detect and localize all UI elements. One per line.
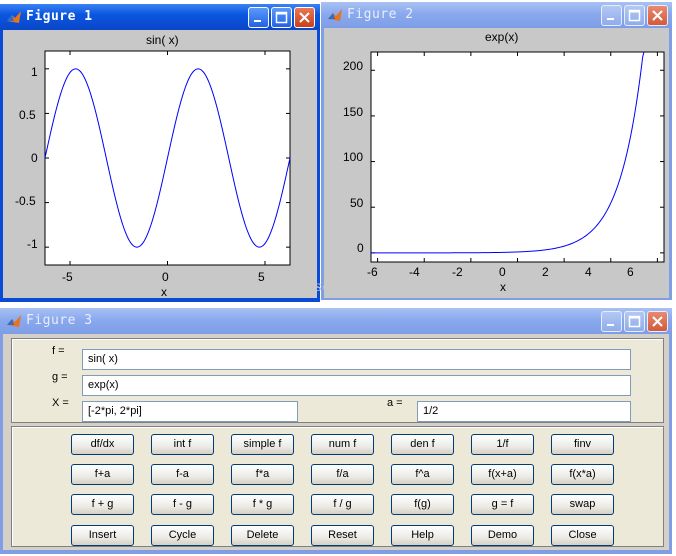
x-tick: 4 [585, 265, 592, 279]
minimize-button[interactable] [601, 311, 622, 332]
y-tick: 0 [357, 241, 364, 255]
figure-2-canvas: exp(x) 200 150 100 50 0 -6 -4 -2 0 2 4 6… [324, 28, 669, 298]
f-scale-a-button[interactable]: f(x*a) [551, 464, 614, 485]
g-input[interactable]: exp(x) [82, 375, 631, 396]
numerator-button[interactable]: num f [311, 434, 374, 455]
help-button[interactable]: Help [391, 525, 454, 546]
g-label: g = [52, 371, 68, 383]
x-tick: -4 [409, 265, 420, 279]
y-tick: 0 [31, 151, 38, 165]
close-app-button[interactable]: Close [551, 525, 614, 546]
derivative-button[interactable]: df/dx [71, 434, 134, 455]
cycle-button[interactable]: Cycle [151, 525, 214, 546]
close-button[interactable] [647, 5, 668, 26]
f-plus-g-button[interactable]: f + g [71, 494, 134, 515]
f-times-a-button[interactable]: f*a [231, 464, 294, 485]
plot-area [370, 51, 665, 263]
x-range-input[interactable]: [-2*pi, 2*pi] [82, 401, 298, 422]
matlab-logo-icon [6, 9, 22, 25]
figure-1-canvas: sin( x) 1 0.5 0 -0.5 -1 -5 0 5 x [3, 30, 317, 299]
maximize-button[interactable] [624, 5, 645, 26]
f-label: f = [52, 345, 65, 357]
figure-3-titlebar[interactable]: Figure 3 [0, 308, 672, 334]
insert-button[interactable]: Insert [71, 525, 134, 546]
reciprocal-button[interactable]: 1/f [471, 434, 534, 455]
swap-button[interactable]: swap [551, 494, 614, 515]
f-times-g-button[interactable]: f * g [231, 494, 294, 515]
a-label: a = [387, 397, 403, 409]
a-input[interactable]: 1/2 [417, 401, 631, 422]
inverse-button[interactable]: finv [551, 434, 614, 455]
maximize-button[interactable] [624, 311, 645, 332]
figure-1-title: Figure 1 [26, 9, 93, 24]
y-tick: 100 [343, 150, 364, 164]
x-tick: -2 [452, 265, 463, 279]
f-div-g-button[interactable]: f / g [311, 494, 374, 515]
figure-3-window[interactable]: Figure 3 f = sin( x) g = exp(x) X = [-2*… [0, 308, 672, 554]
input-panel: f = sin( x) g = exp(x) X = [-2*pi, 2*pi]… [11, 338, 664, 423]
y-tick: -0.5 [15, 194, 36, 208]
y-tick: -1 [27, 237, 38, 251]
x-tick: 6 [627, 265, 634, 279]
figure-1-window[interactable]: Figure 1 sin( x) 1 0.5 0 -0.5 -1 -5 0 5 … [0, 4, 320, 302]
denominator-button[interactable]: den f [391, 434, 454, 455]
y-tick: 1 [31, 65, 38, 79]
x-range-label: X = [52, 397, 69, 409]
figure-3-content: f = sin( x) g = exp(x) X = [-2*pi, 2*pi]… [3, 334, 669, 550]
x-tick: -6 [367, 265, 378, 279]
button-panel: df/dx int f simple f num f den f 1/f finv f+a f-… [11, 426, 664, 547]
integral-button[interactable]: int f [151, 434, 214, 455]
reset-button[interactable]: Reset [311, 525, 374, 546]
x-axis-label: x [500, 280, 506, 294]
x-tick: 0 [162, 270, 169, 284]
x-tick: -5 [62, 270, 73, 284]
close-button[interactable] [647, 311, 668, 332]
y-tick: 0.5 [19, 108, 36, 122]
g-equals-f-button[interactable]: g = f [471, 494, 534, 515]
y-tick: 150 [343, 105, 364, 119]
y-tick: 200 [343, 59, 364, 73]
minimize-button[interactable] [601, 5, 622, 26]
matlab-logo-icon [327, 7, 343, 23]
figure-2-window[interactable]: Figure 2 exp(x) 200 150 100 50 0 -6 -4 -… [321, 2, 672, 300]
delete-button[interactable]: Delete [231, 525, 294, 546]
figure-2-titlebar[interactable]: Figure 2 [321, 2, 672, 28]
x-tick: 0 [499, 265, 506, 279]
figure-2-title: Figure 2 [347, 7, 414, 22]
f-plus-a-button[interactable]: f+a [71, 464, 134, 485]
f-shift-a-button[interactable]: f(x+a) [471, 464, 534, 485]
figure-3-title: Figure 3 [26, 313, 93, 328]
figure-1-titlebar[interactable]: Figure 1 [0, 4, 320, 30]
f-div-a-button[interactable]: f/a [311, 464, 374, 485]
f-pow-a-button[interactable]: f^a [391, 464, 454, 485]
watermark: http://blog.csdn.net/gtx_11 [215, 279, 434, 295]
demo-button[interactable]: Demo [471, 525, 534, 546]
minimize-button[interactable] [248, 7, 269, 28]
y-tick: 50 [350, 196, 364, 210]
close-button[interactable] [294, 7, 315, 28]
exp-plot [370, 51, 665, 263]
x-tick: 2 [542, 265, 549, 279]
f-minus-a-button[interactable]: f-a [151, 464, 214, 485]
simplify-button[interactable]: simple f [231, 434, 294, 455]
x-axis-label: x [161, 285, 167, 299]
matlab-logo-icon [6, 313, 22, 329]
f-input[interactable]: sin( x) [82, 349, 631, 370]
f-of-g-button[interactable]: f(g) [391, 494, 454, 515]
maximize-button[interactable] [271, 7, 292, 28]
f-minus-g-button[interactable]: f - g [151, 494, 214, 515]
sine-plot [44, 50, 291, 266]
